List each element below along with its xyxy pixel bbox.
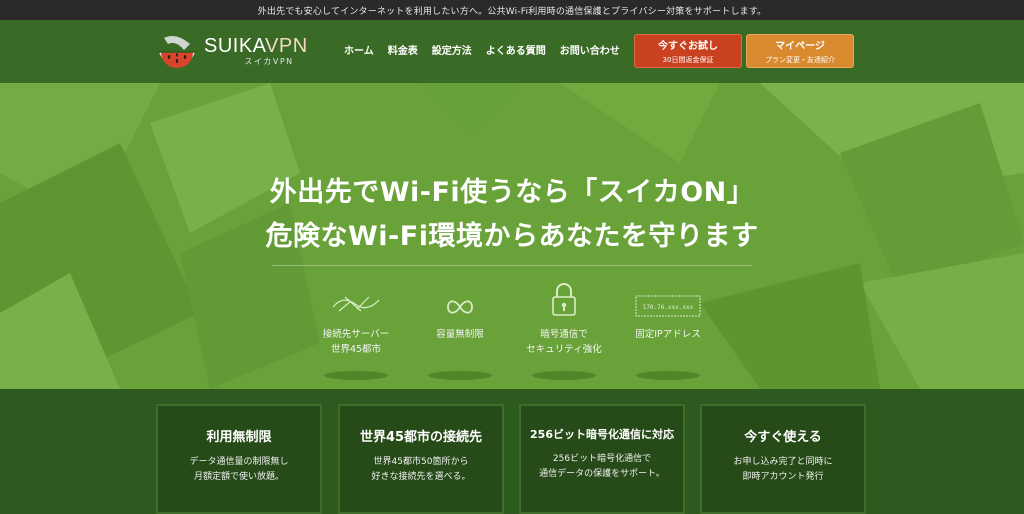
hero-divider	[272, 265, 752, 266]
announcement-bar: 外出先でも安心してインターネットを利用したい方へ。公共Wi-Fi利用時の通信保護…	[0, 0, 1024, 20]
mypage-button[interactable]: マイページ プラン変更・友達紹介	[746, 34, 854, 68]
mypage-button-sublabel: プラン変更・友達紹介	[765, 56, 835, 64]
mypage-button-label: マイページ	[775, 41, 825, 52]
logo-subtitle: スイカVPN	[244, 57, 294, 66]
network-icon	[332, 296, 380, 312]
watermelon-icon	[158, 36, 196, 68]
feature-unlimited-label1: 容量無制限	[436, 329, 484, 340]
ip-address-sample: 170.76.xxx.xxx	[643, 304, 694, 311]
feature-unlimited: 容量無制限	[408, 277, 512, 380]
site-logo[interactable]: SUIKAVPN スイカVPN	[156, 30, 308, 72]
nav-home[interactable]: ホーム	[344, 42, 374, 57]
benefit-card-text: データ通信量の制限無し	[189, 457, 289, 467]
hero-features: 接続先サーバー 世界45都市 容量無制限 暗号通信で セキュリティ強化 170.…	[304, 277, 720, 380]
feature-encryption-label2: セキュリティ強化	[526, 344, 602, 355]
benefit-card-cities: 世界45都市の接続先 世界45都市50箇所から 好きな接続先を選べる。	[338, 404, 504, 514]
benefit-card-text: 好きな接続先を選べる。	[371, 472, 471, 482]
benefit-card-encryption: 256ビット暗号化通信に対応 256ビット暗号化通信で 通信データの保護をサポー…	[519, 404, 685, 514]
feature-encryption-label1: 暗号通信で	[540, 329, 588, 340]
ip-address-icon: 170.76.xxx.xxx	[635, 295, 701, 317]
hero-headline-line1: 外出先でWi-Fi使うなら「スイカON」	[269, 177, 755, 208]
nav-setup[interactable]: 設定方法	[432, 42, 472, 57]
benefit-card-title: 利用無制限	[206, 430, 272, 445]
benefit-card-title: 今すぐ使える	[744, 430, 822, 445]
benefit-card-unlimited: 利用無制限 データ通信量の制限無し 月額定額で使い放題。	[156, 404, 322, 514]
benefit-card-text: 256ビット暗号化通信で	[552, 454, 652, 464]
feature-encryption: 暗号通信で セキュリティ強化	[512, 277, 616, 380]
trial-button-sublabel: 30日間返金保証	[662, 56, 714, 64]
nav-contact[interactable]: お問い合わせ	[560, 42, 620, 57]
logo-accent-text: VPN	[265, 35, 308, 57]
nav-faq[interactable]: よくある質問	[486, 42, 546, 57]
feature-shadow	[428, 371, 492, 380]
benefits-section: 利用無制限 データ通信量の制限無し 月額定額で使い放題。 世界45都市の接続先 …	[0, 389, 1024, 514]
feature-servers-label1: 接続先サーバー	[322, 329, 390, 340]
benefit-card-text: お申し込み完了と同時に	[733, 457, 833, 467]
main-nav: ホーム 料金表 設定方法 よくある質問 お問い合わせ	[344, 42, 634, 57]
nav-pricing[interactable]: 料金表	[388, 42, 418, 57]
feature-static-ip-label1: 固定IPアドレス	[635, 329, 701, 340]
logo-main-text: SUIKA	[204, 35, 266, 57]
benefit-card-text: 世界45都市50箇所から	[373, 457, 469, 467]
feature-shadow	[324, 371, 388, 380]
announcement-text: 外出先でも安心してインターネットを利用したい方へ。公共Wi-Fi利用時の通信保護…	[257, 6, 767, 17]
benefit-card-text: 月額定額で使い放題。	[193, 472, 284, 482]
hero-headline-line2: 危険なWi-Fi環境からあなたを守ります	[265, 221, 759, 252]
benefit-card-title: 256ビット暗号化通信に対応	[530, 428, 674, 441]
infinity-icon	[447, 300, 473, 314]
feature-shadow	[532, 371, 596, 380]
lock-icon	[552, 283, 576, 316]
benefit-card-instant: 今すぐ使える お申し込み完了と同時に 即時アカウント発行	[700, 404, 866, 514]
trial-button[interactable]: 今すぐお試し 30日間返金保証	[634, 34, 742, 68]
trial-button-label: 今すぐお試し	[658, 41, 718, 52]
benefit-card-text: 通信データの保護をサポート。	[539, 469, 665, 479]
feature-static-ip: 170.76.xxx.xxx 固定IPアドレス	[616, 277, 720, 380]
hero-section: 外出先でWi-Fi使うなら「スイカON」 危険なWi-Fi環境からあなたを守りま…	[0, 83, 1024, 389]
site-header: SUIKAVPN スイカVPN ホーム 料金表 設定方法 よくある質問 お問い合…	[0, 20, 1024, 83]
benefit-card-text: 即時アカウント発行	[742, 472, 824, 482]
feature-servers-label2: 世界45都市	[330, 344, 382, 355]
feature-shadow	[636, 371, 700, 380]
feature-servers: 接続先サーバー 世界45都市	[304, 277, 408, 380]
hero-headline: 外出先でWi-Fi使うなら「スイカON」 危険なWi-Fi環境からあなたを守りま…	[0, 171, 1024, 259]
benefit-card-title: 世界45都市の接続先	[359, 430, 483, 445]
